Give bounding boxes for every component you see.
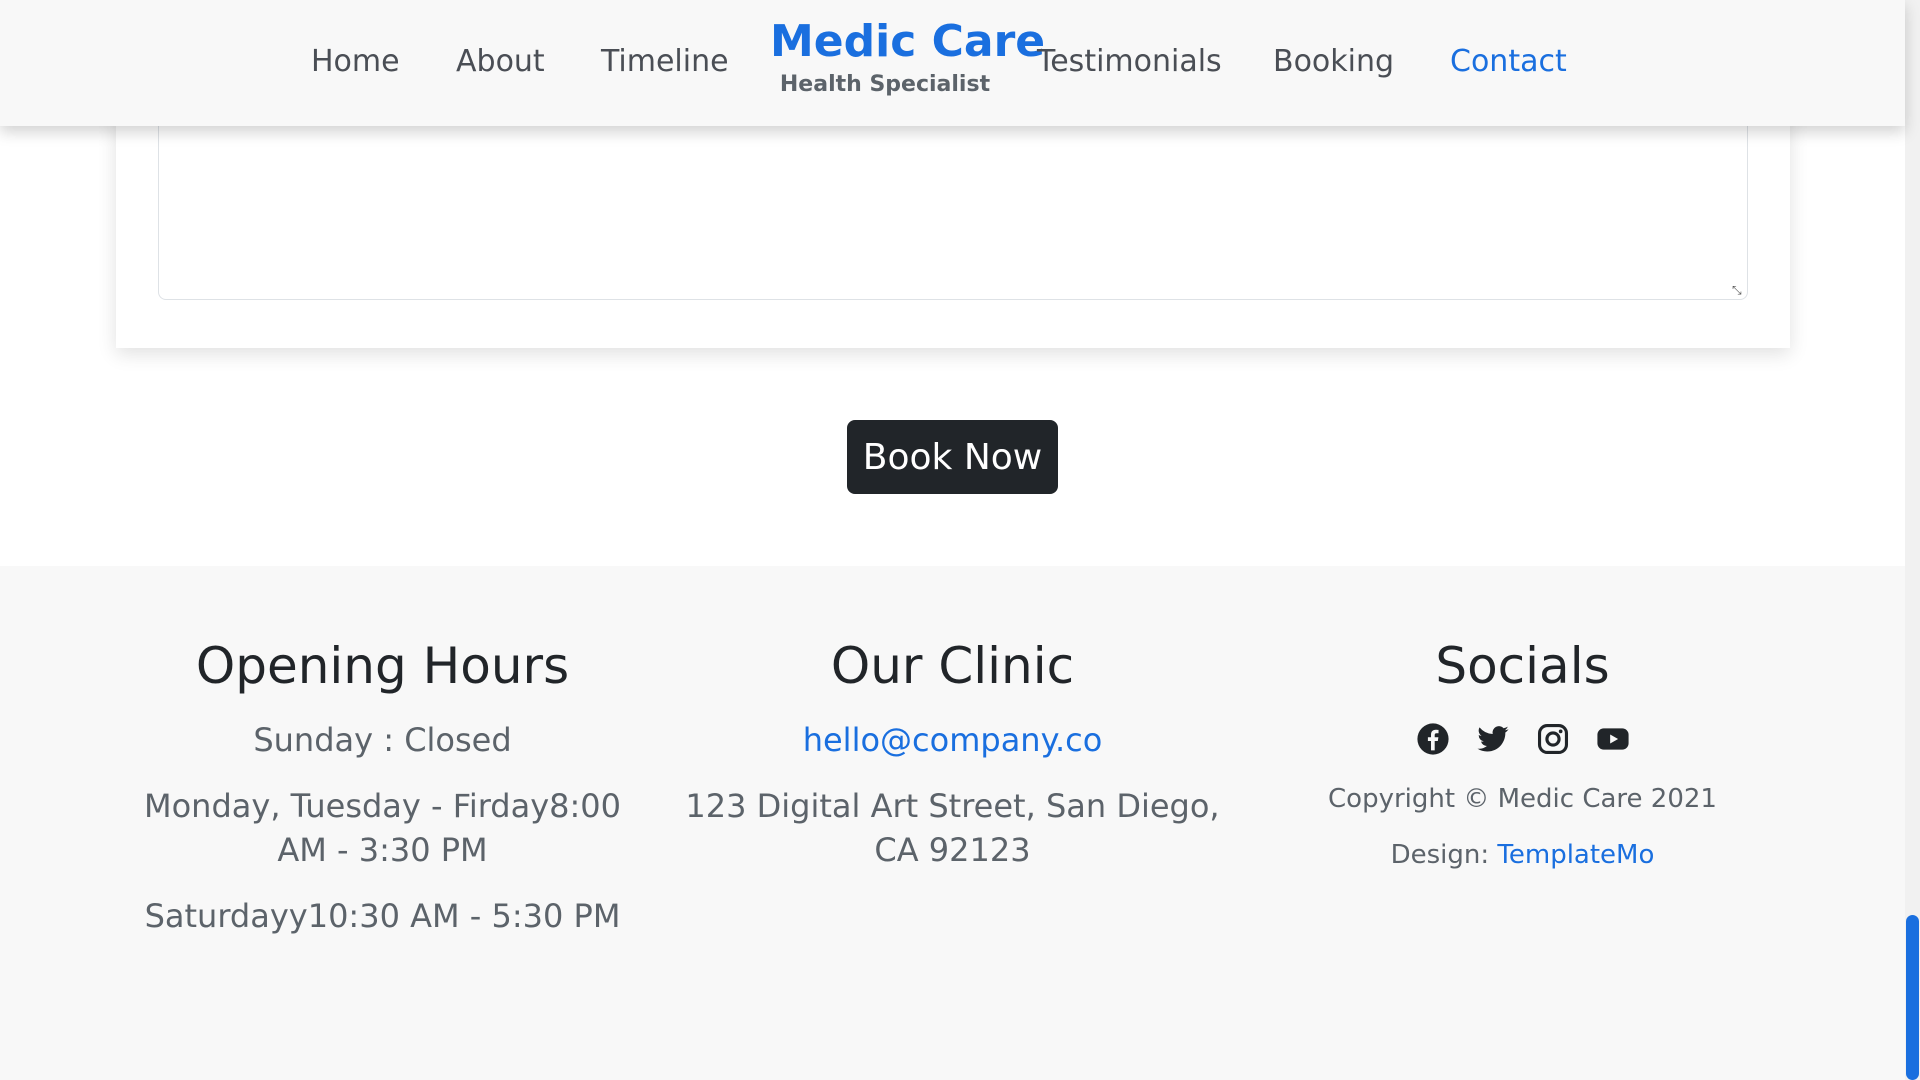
nav-home[interactable]: Home <box>311 44 400 79</box>
hours-saturday: Saturdayy10:30 AM - 5:30 PM <box>144 897 621 935</box>
hours-sunday: Sunday : Closed <box>253 721 512 759</box>
copyright-text: Copyright © Medic Care 2021 <box>1328 784 1717 814</box>
message-textarea[interactable]: ⤡ <box>158 100 1748 300</box>
brand-title: Medic Care <box>770 16 1046 67</box>
page: ⤡ Home About Timeline Medic Care Health … <box>0 0 1920 1080</box>
youtube-icon[interactable] <box>1596 722 1630 756</box>
clinic-email-link[interactable]: hello@company.co <box>803 721 1103 759</box>
resize-handle-icon[interactable]: ⤡ <box>1732 284 1744 296</box>
twitter-icon[interactable] <box>1476 722 1510 756</box>
social-icons <box>1240 722 1805 756</box>
templatemo-link[interactable]: TemplateMo <box>1497 840 1654 870</box>
our-clinic-heading: Our Clinic <box>830 637 1075 695</box>
facebook-icon[interactable] <box>1416 722 1450 756</box>
opening-hours-heading: Opening Hours <box>195 637 570 695</box>
design-credit: Design: TemplateMo <box>1240 840 1805 870</box>
scrollbar-thumb[interactable] <box>1906 915 1919 1080</box>
nav-contact[interactable]: Contact <box>1450 44 1567 79</box>
brand-logo[interactable]: Medic Care Health Specialist <box>770 16 1046 98</box>
hours-weekdays: Monday, Tuesday - Firday8:00 AM - 3:30 P… <box>143 787 622 869</box>
nav-about[interactable]: About <box>456 44 545 79</box>
socials-section: Socials Copyright © Medic Care 2021 Desi… <box>1240 636 1805 870</box>
footer: Opening Hours Sunday : Closed Monday, Tu… <box>0 566 1905 1080</box>
design-label: Design: <box>1390 840 1490 870</box>
clinic-address: 123 Digital Art Street, San Diego, CA 92… <box>685 787 1220 869</box>
nav-booking[interactable]: Booking <box>1273 44 1394 79</box>
book-now-button[interactable]: Book Now <box>847 420 1058 494</box>
brand-subtitle: Health Specialist <box>779 72 991 98</box>
instagram-icon[interactable] <box>1536 722 1570 756</box>
our-clinic-section: Our Clinic hello@company.co 123 Digital … <box>670 636 1235 872</box>
nav-timeline[interactable]: Timeline <box>601 44 729 79</box>
nav-testimonials[interactable]: Testimonials <box>1037 44 1222 79</box>
opening-hours-section: Opening Hours Sunday : Closed Monday, Tu… <box>120 636 645 938</box>
navbar: Home About Timeline Medic Care Health Sp… <box>0 0 1905 126</box>
socials-heading: Socials <box>1435 637 1610 695</box>
